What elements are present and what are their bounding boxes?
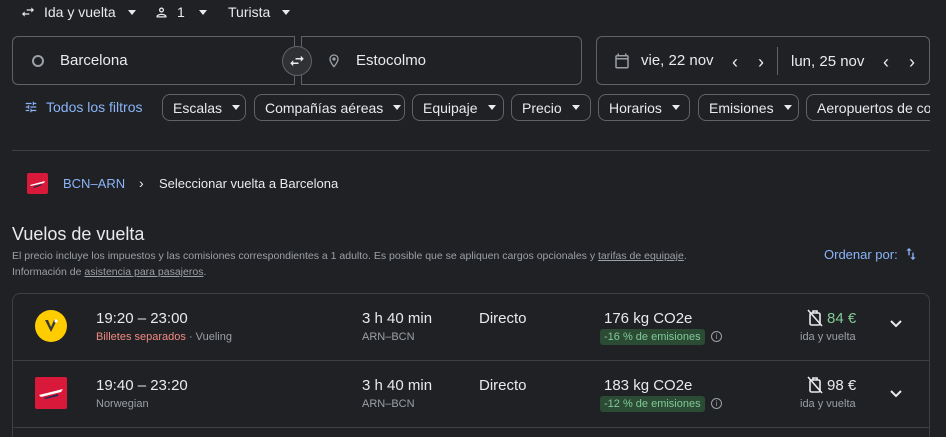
- price-type: ida y vuelta: [800, 331, 856, 343]
- filter-chip-stops[interactable]: Escalas: [162, 94, 246, 121]
- flight-airline-info: Billetes separados · Vueling: [96, 331, 232, 343]
- trip-type-select[interactable]: Ida y vuelta: [20, 4, 136, 20]
- calendar-icon: [615, 53, 629, 68]
- baggage-fees-link[interactable]: tarifas de equipaje: [598, 250, 684, 262]
- breadcrumb-route-link[interactable]: BCN–ARN: [63, 176, 125, 191]
- price-type: ida y vuelta: [800, 398, 856, 410]
- origin-field[interactable]: Barcelona: [12, 36, 295, 85]
- results-heading: Vuelos de vuelta: [12, 224, 145, 244]
- origin-circle-icon: [32, 54, 44, 67]
- flight-stops: Directo: [479, 310, 527, 327]
- chevron-down-icon: [393, 105, 402, 110]
- flight-result-row-partial: [12, 427, 930, 437]
- disclaimer-end: .: [683, 250, 687, 262]
- chip-label: Compañías aéreas: [265, 99, 384, 116]
- tune-icon: [25, 101, 37, 113]
- chevron-down-icon: [232, 105, 241, 110]
- sort-label: Ordenar por:: [824, 246, 898, 262]
- next-depart-date-button[interactable]: ›: [758, 52, 764, 73]
- no-carry-on-bag-icon: [807, 309, 823, 327]
- chip-label: Equipaje: [423, 99, 478, 116]
- chevron-down-icon: [282, 9, 291, 15]
- disclaimer-text: El precio incluye los impuestos y las co…: [12, 250, 598, 262]
- destination-field[interactable]: Estocolmo: [301, 36, 582, 85]
- filter-chip-airports[interactable]: Aeropuertos de co: [806, 94, 930, 121]
- breadcrumb-chevron-icon: ›: [139, 175, 144, 191]
- passengers-count: 1: [177, 4, 185, 20]
- date-divider: [777, 47, 778, 75]
- separator: ·: [185, 331, 196, 343]
- flight-emissions: 176 kg CO2e: [604, 310, 693, 327]
- next-return-date-button[interactable]: ›: [909, 52, 915, 73]
- price-disclaimer: El precio incluye los impuestos y las co…: [12, 248, 792, 280]
- separate-tickets-warning: Billetes separados: [96, 331, 186, 343]
- all-filters-button[interactable]: Todos los filtros: [24, 99, 142, 115]
- flight-times: 19:20 – 23:00: [96, 310, 188, 327]
- filter-chip-baggage[interactable]: Equipaje: [412, 94, 504, 121]
- filter-chip-emissions[interactable]: Emisiones: [698, 94, 799, 121]
- flight-duration: 3 h 40 min: [362, 310, 433, 327]
- cabin-class-label: Turista: [228, 4, 271, 20]
- flight-route: ARN–BCN: [362, 398, 415, 410]
- prev-return-date-button[interactable]: ‹: [883, 52, 889, 73]
- prev-depart-date-button[interactable]: ‹: [732, 52, 738, 73]
- info-prefix: Información de: [12, 266, 85, 278]
- sort-arrows-icon: [906, 248, 916, 260]
- vueling-logo: [35, 310, 67, 342]
- passengers-select[interactable]: 1: [154, 4, 207, 20]
- breadcrumb-current: Seleccionar vuelta a Barcelona: [159, 176, 339, 191]
- chip-label: Horarios: [609, 99, 662, 116]
- chip-label: Aeropuertos de co: [817, 99, 930, 116]
- chevron-down-icon: [487, 105, 496, 110]
- swap-arrows-icon: [22, 7, 34, 17]
- flight-price: 98 €: [827, 377, 857, 394]
- emissions-badge: -16 % de emisiones: [600, 329, 705, 345]
- no-carry-on-bag-icon: [807, 376, 823, 394]
- date-range-field[interactable]: vie, 22 nov ‹ › lun, 25 nov ‹ ›: [596, 36, 930, 85]
- chip-label: Precio: [522, 99, 562, 116]
- trip-type-label: Ida y vuelta: [44, 4, 116, 20]
- info-icon[interactable]: i: [711, 398, 722, 409]
- info-icon[interactable]: i: [711, 331, 722, 342]
- flight-stops: Directo: [479, 377, 527, 394]
- cabin-class-select[interactable]: Turista: [228, 4, 291, 20]
- flight-route: ARN–BCN: [362, 331, 415, 343]
- chevron-down-icon: [198, 9, 207, 15]
- section-divider: [12, 150, 930, 151]
- origin-value: Barcelona: [60, 52, 128, 69]
- info-suffix: .: [203, 266, 207, 278]
- return-date-value[interactable]: lun, 25 nov: [791, 53, 864, 70]
- norwegian-logo: [35, 377, 67, 409]
- expand-chevron-icon[interactable]: [889, 319, 903, 329]
- location-pin-icon: [329, 53, 339, 68]
- expand-chevron-icon[interactable]: [889, 389, 903, 399]
- filter-chip-times[interactable]: Horarios: [598, 94, 690, 121]
- passenger-assistance-link[interactable]: asistencia para pasajeros: [84, 266, 203, 278]
- destination-value: Estocolmo: [356, 52, 427, 69]
- depart-date-value[interactable]: vie, 22 nov: [641, 52, 714, 69]
- norwegian-logo-small: [27, 173, 48, 194]
- emissions-badge: -12 % de emisiones: [600, 396, 705, 412]
- chevron-down-icon: [671, 105, 680, 110]
- chip-label: Escalas: [173, 99, 223, 116]
- filter-chip-price[interactable]: Precio: [511, 94, 591, 121]
- flight-emissions: 183 kg CO2e: [604, 377, 693, 394]
- flight-price: 84 €: [827, 310, 857, 327]
- person-icon: [156, 7, 167, 17]
- chevron-down-icon: [127, 9, 136, 15]
- swap-locations-button[interactable]: [282, 46, 312, 76]
- flight-times: 19:40 – 23:20: [96, 377, 188, 394]
- chip-label: Emisiones: [709, 99, 774, 116]
- airline-name: Vueling: [195, 331, 232, 343]
- swap-icon: [290, 55, 304, 67]
- flight-result-row[interactable]: 19:40 – 23:20 Norwegian 3 h 40 min ARN–B…: [12, 360, 930, 428]
- flight-duration: 3 h 40 min: [362, 377, 433, 394]
- filter-chip-airlines[interactable]: Compañías aéreas: [254, 94, 405, 121]
- all-filters-label: Todos los filtros: [46, 99, 143, 115]
- airline-name: Norwegian: [96, 398, 149, 410]
- chevron-down-icon: [783, 105, 792, 110]
- chevron-down-icon: [571, 105, 580, 110]
- flight-result-row[interactable]: 19:20 – 23:00 Billetes separados · Vueli…: [12, 293, 930, 361]
- sort-button[interactable]: Ordenar por:: [824, 245, 919, 263]
